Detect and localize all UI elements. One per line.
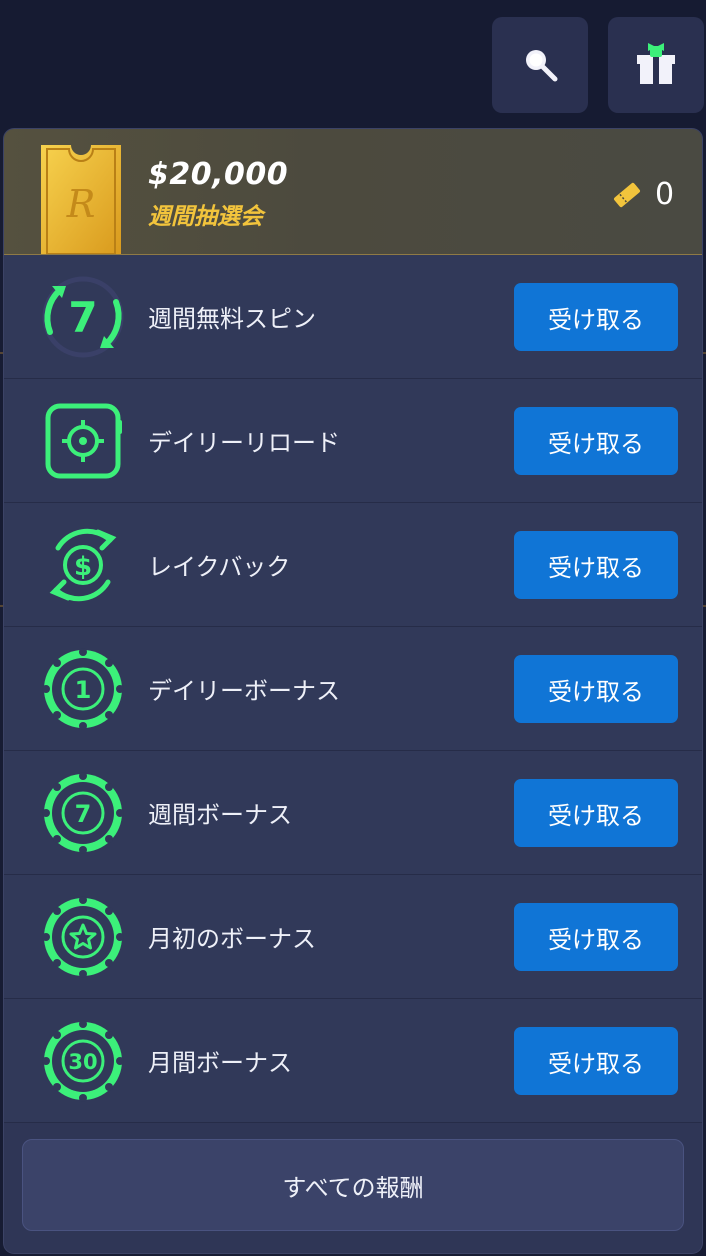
svg-text:R: R [66,182,96,226]
chip-value-text: 30 [68,1050,97,1074]
search-button[interactable] [492,17,588,113]
reward-label: デイリーリロード [148,429,340,457]
ticket-count-value: 0 [655,177,675,212]
reward-row-monthly-bonus: 30 月間ボーナス 受け取る [4,999,702,1123]
gift-button[interactable] [608,17,704,113]
reward-row-weekly-bonus: 7 週間ボーナス 受け取る [4,751,702,875]
claim-button[interactable]: 受け取る [514,407,678,475]
reward-row-weekly-free-spin: 7 週間無料スピン 受け取る [4,255,702,379]
lottery-title: 週間抽選会 [148,204,263,230]
rewards-list: 7 週間無料スピン 受け取る デイリーリロード 受け取る $ レイクバック 受け… [4,255,702,1123]
reward-label: デイリーボーナス [148,677,340,705]
chip-7-icon: 7 [42,772,124,854]
golden-ticket-icon: R [41,145,121,254]
gift-icon [637,43,675,84]
all-rewards-button[interactable]: すべての報酬 [22,1139,684,1231]
claim-button[interactable]: 受け取る [514,1027,678,1095]
daily-reload-target-icon [45,403,122,479]
top-header [0,0,706,130]
chip-30-icon: 30 [42,1020,124,1102]
rakeback-dollar-icon: $ [49,528,117,602]
search-icon [526,50,558,82]
ticket-count: 0 [611,177,674,212]
reward-label: 月間ボーナス [148,1049,292,1077]
reward-label: 週間ボーナス [148,801,292,829]
reward-label: 月初のボーナス [148,925,316,953]
free-spin-7-icon: 7 [42,276,124,358]
claim-button[interactable]: 受け取る [514,655,678,723]
reward-row-daily-reload: デイリーリロード 受け取る [4,379,702,503]
chip-star-icon [42,896,124,978]
reward-label: レイクバック [148,553,291,581]
svg-text:$: $ [74,552,92,582]
reward-row-rakeback: $ レイクバック 受け取る [4,503,702,627]
weekly-lottery-banner[interactable]: R $20,000 週間抽選会 0 [4,129,702,256]
claim-button[interactable]: 受け取る [514,531,678,599]
claim-button[interactable]: 受け取る [514,283,678,351]
claim-button[interactable]: 受け取る [514,903,678,971]
spin-7-text: 7 [68,293,97,342]
lottery-amount: $20,000 [148,157,289,192]
reward-label: 週間無料スピン [148,305,316,333]
reward-row-daily-bonus: 1 デイリーボーナス 受け取る [4,627,702,751]
claim-button[interactable]: 受け取る [514,779,678,847]
chip-1-icon: 1 [42,648,124,730]
chip-value-text: 7 [75,800,92,828]
reward-row-month-start-bonus: 月初のボーナス 受け取る [4,875,702,999]
ticket-small-icon [614,182,640,207]
chip-value-text: 1 [75,676,92,704]
rewards-panel: R $20,000 週間抽選会 0 7 週間無料スピン 受け取る デイリーリロー… [4,129,702,1253]
